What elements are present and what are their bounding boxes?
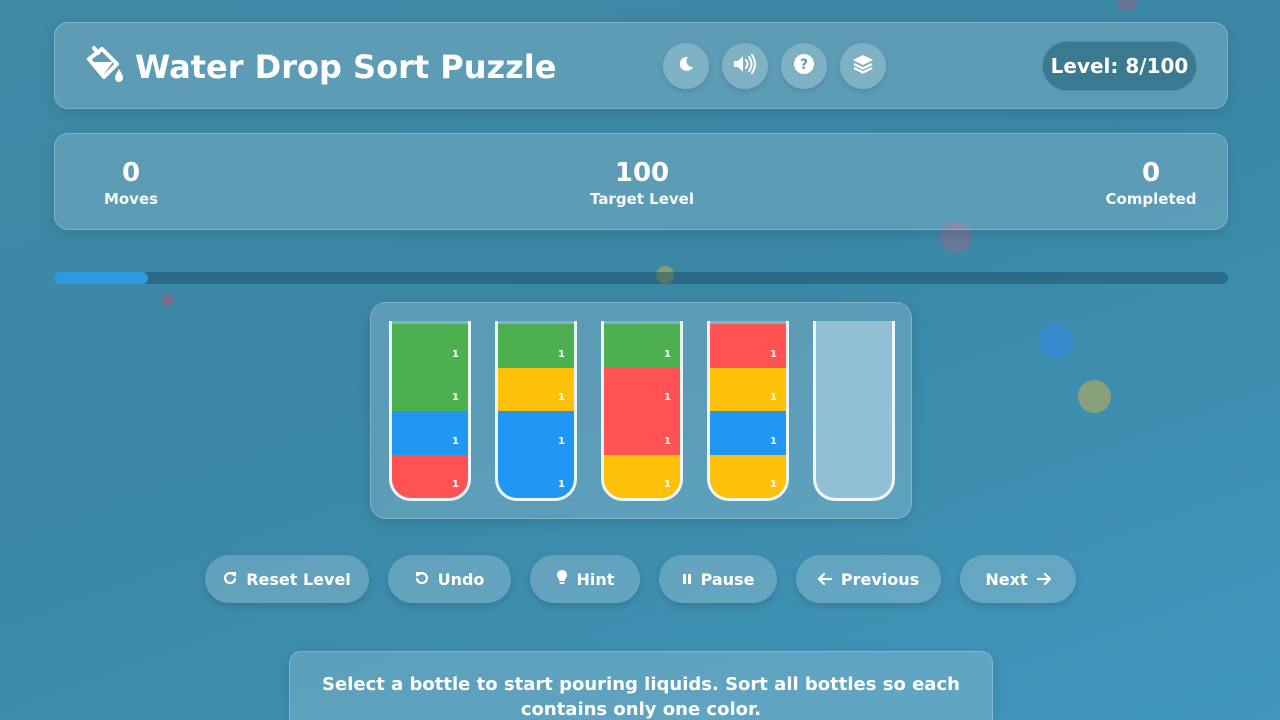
pause-label: Pause xyxy=(700,569,755,589)
undo-button[interactable]: Undo xyxy=(388,555,511,603)
progress-fill xyxy=(54,272,148,284)
liquid-segment-red: 1 xyxy=(392,454,468,498)
reset-level-button[interactable]: Reset Level xyxy=(205,555,369,603)
target-level-stat: 100 Target Level xyxy=(582,158,702,208)
liquid-segment-yellow: 1 xyxy=(710,367,786,411)
next-label: Next xyxy=(985,569,1028,589)
liquid-segment-green: 1 xyxy=(392,367,468,411)
segment-count: 1 xyxy=(452,435,459,447)
bottle-board: 1 1 1 1 1 1 1 1 1 1 1 1 1 1 1 1 xyxy=(370,302,912,519)
liquid-segment-blue: 1 xyxy=(498,411,574,455)
segment-count: 1 xyxy=(770,392,777,403)
completed-value: 0 xyxy=(1141,158,1161,188)
moon-icon xyxy=(677,55,695,77)
segment-count: 1 xyxy=(558,479,565,490)
bottle[interactable]: 1 1 1 1 xyxy=(707,321,789,501)
liquid-segment-red: 1 xyxy=(604,411,680,455)
page-title: Water Drop Sort Puzzle xyxy=(135,48,557,86)
liquid-segment-blue: 1 xyxy=(392,411,468,455)
message-box: Select a bottle to start pouring liquids… xyxy=(289,651,993,720)
reset-level-label: Reset Level xyxy=(246,569,351,589)
bottle[interactable]: 1 1 1 1 xyxy=(389,321,471,501)
moves-label: Moves xyxy=(103,190,159,208)
progress-bar xyxy=(54,272,1228,284)
redo-icon xyxy=(223,570,237,589)
layers-icon xyxy=(852,53,874,79)
undo-label: Undo xyxy=(437,569,485,589)
arrow-left-icon xyxy=(817,570,832,589)
title-group: Water Drop Sort Puzzle xyxy=(83,45,556,89)
segment-count: 1 xyxy=(664,479,671,490)
arrow-right-icon xyxy=(1036,570,1051,589)
liquid-segment-blue: 1 xyxy=(710,411,786,455)
liquid-segment-green: 1 xyxy=(498,324,574,368)
liquid-segment-green: 1 xyxy=(604,324,680,368)
liquid-segment-yellow: 1 xyxy=(498,367,574,411)
bottle-empty[interactable] xyxy=(813,321,895,501)
svg-text:?: ? xyxy=(800,57,808,73)
previous-level-button[interactable]: Previous xyxy=(796,555,941,603)
sound-toggle-button[interactable] xyxy=(722,43,768,89)
level-badge: Level: 8/100 xyxy=(1042,41,1197,91)
stats-panel: 0 Moves 100 Target Level 0 Completed xyxy=(54,133,1228,230)
hint-label: Hint xyxy=(576,569,615,589)
background-bubble xyxy=(1078,380,1111,413)
previous-label: Previous xyxy=(840,569,920,589)
segment-count: 1 xyxy=(664,392,671,403)
paint-bucket-icon xyxy=(83,45,125,89)
target-level-label: Target Level xyxy=(590,190,694,208)
segment-count: 1 xyxy=(452,479,459,490)
segment-count: 1 xyxy=(770,348,777,360)
liquid-segment-blue: 1 xyxy=(498,454,574,498)
completed-label: Completed xyxy=(1105,190,1197,208)
segment-count: 1 xyxy=(664,348,671,360)
header-bar: Water Drop Sort Puzzle ? Level: 8/100 xyxy=(54,22,1228,109)
undo-icon xyxy=(415,570,429,589)
background-bubble xyxy=(162,294,174,306)
liquid-segment-yellow: 1 xyxy=(710,454,786,498)
segment-count: 1 xyxy=(770,435,777,447)
volume-icon xyxy=(732,54,758,78)
levels-button[interactable] xyxy=(840,43,886,89)
completed-stat: 0 Completed xyxy=(1096,158,1206,208)
theme-toggle-button[interactable] xyxy=(663,43,709,89)
liquid-segment-red: 1 xyxy=(604,367,680,411)
instruction-message: Select a bottle to start pouring liquids… xyxy=(322,674,960,720)
segment-count: 1 xyxy=(558,348,565,360)
pause-icon xyxy=(682,570,692,589)
liquid-segment-yellow: 1 xyxy=(604,454,680,498)
next-level-button[interactable]: Next xyxy=(960,555,1076,603)
help-icon: ? xyxy=(793,53,815,79)
liquid-segment-red: 1 xyxy=(710,324,786,368)
bottle[interactable]: 1 1 1 1 xyxy=(495,321,577,501)
liquid-segment-green: 1 xyxy=(392,324,468,368)
segment-count: 1 xyxy=(558,392,565,403)
background-bubble xyxy=(1117,0,1137,12)
target-level-value: 100 xyxy=(614,158,670,188)
moves-value: 0 xyxy=(121,158,141,188)
background-bubble xyxy=(1039,324,1073,358)
moves-stat: 0 Moves xyxy=(91,158,171,208)
hint-button[interactable]: Hint xyxy=(530,555,640,603)
segment-count: 1 xyxy=(770,479,777,490)
pause-button[interactable]: Pause xyxy=(659,555,777,603)
segment-count: 1 xyxy=(664,435,671,447)
segment-count: 1 xyxy=(452,348,459,360)
help-button[interactable]: ? xyxy=(781,43,827,89)
segment-count: 1 xyxy=(558,435,565,447)
bottle[interactable]: 1 1 1 1 xyxy=(601,321,683,501)
segment-count: 1 xyxy=(452,392,459,403)
lightbulb-icon xyxy=(556,569,568,589)
